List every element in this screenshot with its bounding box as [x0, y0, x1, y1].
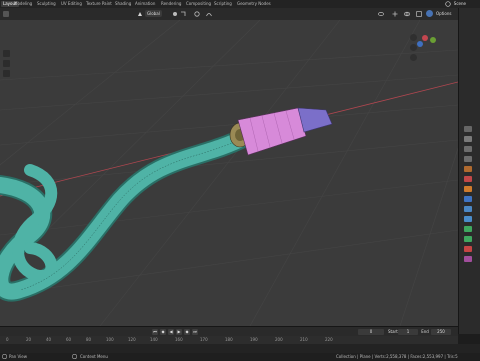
- mouse-left-icon: [2, 354, 7, 360]
- ruler-tick: 120: [128, 337, 136, 342]
- texture-properties-icon[interactable]: [464, 256, 472, 262]
- jump-end-icon[interactable]: ⏭: [192, 329, 198, 335]
- tool-properties-icon[interactable]: [464, 126, 472, 132]
- solid-shading-icon[interactable]: [426, 10, 433, 17]
- zoom-icon[interactable]: [410, 34, 417, 41]
- tab-scripting[interactable]: Scripting: [214, 1, 232, 7]
- scene-properties-icon[interactable]: [464, 166, 472, 172]
- timeline-ruler[interactable]: 0 20 40 60 80 100 120 140 160 170 180 19…: [0, 336, 458, 344]
- object-properties-icon[interactable]: [464, 186, 472, 192]
- camera-view-icon[interactable]: [410, 54, 417, 61]
- ruler-tick: 20: [26, 337, 32, 342]
- constraints-icon[interactable]: [464, 226, 472, 232]
- physics-icon[interactable]: [464, 216, 472, 222]
- cursor-tool-icon[interactable]: [3, 60, 10, 67]
- transform-orientation-dropdown[interactable]: Global: [145, 10, 162, 17]
- tab-uv-editing[interactable]: UV Editing: [61, 1, 82, 7]
- end-label: End: [421, 329, 429, 334]
- 3d-viewport[interactable]: [0, 20, 458, 326]
- ruler-tick: 80: [86, 337, 92, 342]
- tab-animation[interactable]: Animation: [135, 1, 155, 7]
- play-icon[interactable]: ▶: [176, 329, 182, 335]
- material-properties-icon[interactable]: [464, 246, 472, 252]
- render-properties-icon[interactable]: [464, 136, 472, 142]
- ruler-tick: 100: [106, 337, 114, 342]
- current-frame-field[interactable]: 0: [358, 329, 384, 335]
- navigation-gizmo[interactable]: [417, 35, 436, 47]
- ruler-tick: 140: [150, 337, 158, 342]
- pivot-icon[interactable]: [172, 11, 178, 17]
- ruler-tick: 170: [200, 337, 208, 342]
- tab-sculpting[interactable]: Sculpting: [37, 1, 56, 7]
- next-keyframe-icon[interactable]: ◆: [184, 329, 190, 335]
- options-dropdown[interactable]: Options: [434, 10, 454, 17]
- visibility-icon[interactable]: [378, 11, 384, 17]
- snap-icon[interactable]: [180, 11, 186, 17]
- ruler-tick: 40: [46, 337, 52, 342]
- view-layer-icon[interactable]: [464, 156, 472, 162]
- overlays-icon[interactable]: [404, 11, 410, 17]
- viewport-scene: [0, 20, 458, 326]
- status-bar: Pan View Context Menu Collection | Plane…: [0, 353, 480, 360]
- editor-type-icon[interactable]: [3, 11, 9, 17]
- tab-texture-paint[interactable]: Texture Paint: [86, 1, 112, 7]
- move-tool-icon[interactable]: [3, 70, 10, 77]
- timeline-area[interactable]: [0, 344, 480, 353]
- end-frame-field[interactable]: 250: [431, 329, 451, 335]
- select-tool-icon[interactable]: [3, 50, 10, 57]
- tab-shading[interactable]: Shading: [115, 1, 131, 7]
- ruler-tick: 200: [275, 337, 283, 342]
- data-properties-icon[interactable]: [464, 236, 472, 242]
- workspace-bar: Layout Modeling Sculpting UV Editing Tex…: [0, 0, 480, 8]
- status-right-text: Collection | Plane | Verts:2,558,378 | F…: [336, 354, 458, 359]
- jump-start-icon[interactable]: ⏮: [152, 329, 158, 335]
- properties-panel: [458, 8, 480, 334]
- start-label: Start: [388, 329, 398, 334]
- status-middle-text: Context Menu: [80, 354, 108, 359]
- status-left-text: Pan View: [9, 354, 27, 359]
- scene-selector[interactable]: Scene: [454, 1, 466, 6]
- proportional-edit-icon[interactable]: [194, 11, 200, 17]
- ruler-tick: 60: [66, 337, 72, 342]
- ruler-tick: 190: [250, 337, 258, 342]
- tab-rendering[interactable]: Rendering: [161, 1, 181, 7]
- world-properties-icon[interactable]: [464, 176, 472, 182]
- tab-compositing[interactable]: Compositing: [186, 1, 211, 7]
- ruler-tick: 220: [325, 337, 333, 342]
- falloff-icon[interactable]: [206, 11, 212, 17]
- ruler-tick: 160: [175, 337, 183, 342]
- gizmo-icon[interactable]: [392, 11, 398, 17]
- usb-connector-housing: [237, 107, 307, 156]
- ruler-tick: 0: [6, 337, 9, 342]
- play-reverse-icon[interactable]: ◀: [168, 329, 174, 335]
- particles-icon[interactable]: [464, 206, 472, 212]
- orientation-icon[interactable]: [137, 11, 143, 17]
- pan-icon[interactable]: [410, 44, 417, 51]
- start-frame-field[interactable]: 1: [398, 329, 418, 335]
- prev-keyframe-icon[interactable]: ◆: [160, 329, 166, 335]
- usb-tip: [297, 107, 333, 133]
- scene-icon[interactable]: [445, 1, 451, 7]
- viewport-header: Global Options: [0, 8, 458, 20]
- mouse-right-icon: [72, 354, 77, 360]
- tab-modeling[interactable]: Modeling: [14, 1, 32, 7]
- output-properties-icon[interactable]: [464, 146, 472, 152]
- ruler-tick: 210: [300, 337, 308, 342]
- tab-geometry-nodes[interactable]: Geometry Nodes: [237, 1, 271, 7]
- grid-floor: [0, 20, 458, 326]
- modifier-properties-icon[interactable]: [464, 196, 472, 202]
- ruler-tick: 180: [225, 337, 233, 342]
- xray-icon[interactable]: [416, 11, 422, 17]
